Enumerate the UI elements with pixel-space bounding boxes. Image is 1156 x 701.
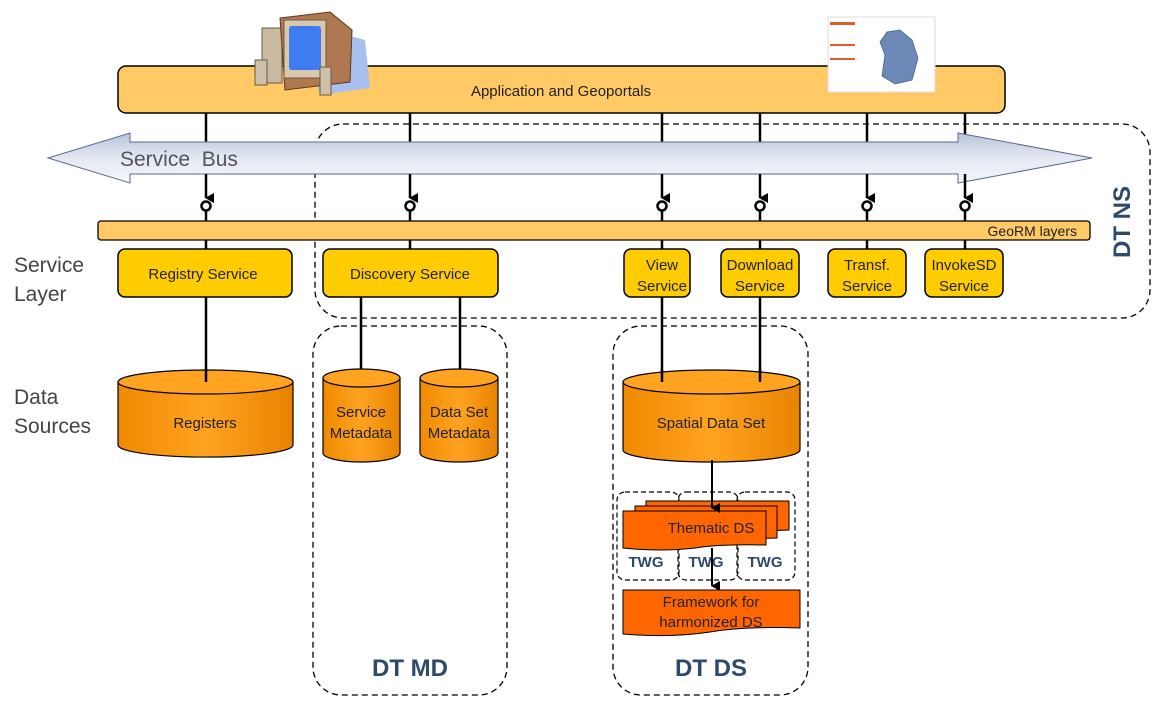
invokesd-service: InvokeSD Service [924, 248, 1004, 298]
application-geoportals-label: Application and Geoportals [471, 83, 651, 100]
georm-service-connectors [204, 240, 967, 249]
bus-connectors [204, 113, 967, 145]
dataset-metadata-store: Data Set Metadata [419, 368, 499, 463]
service-metadata-store: Service Metadata [322, 368, 401, 463]
thematic-ds-label: Thematic DS [668, 520, 755, 537]
svg-text:Spatial Data Set: Spatial Data Set [657, 415, 766, 432]
svg-text:Discovery Service: Discovery Service [350, 266, 470, 283]
service-bus-label: Service Bus [120, 148, 238, 171]
service-interfaces [200, 174, 973, 221]
data-connectors [204, 297, 762, 382]
dt-ns-label: DT NS [1109, 186, 1136, 258]
geoportal-map-screenshot [827, 16, 936, 93]
georm-layers-label: GeoRM layers [988, 223, 1077, 239]
twg-label-3: TWG [748, 554, 783, 571]
thematic-ds-stack: Thematic DS [622, 500, 790, 551]
dt-md-label: DT MD [372, 655, 448, 682]
desktop-computer-icon [254, 11, 370, 96]
transformation-service: Transf. Service [827, 248, 907, 298]
data-sources-label: Data Sources [14, 386, 91, 438]
twg-label-1: TWG [629, 554, 664, 571]
twg-label-2: TWG [689, 554, 724, 571]
registry-service: Registry Service [117, 248, 293, 298]
framework-harmonized-ds: Framework for harmonized DS [622, 589, 801, 637]
discovery-service: Discovery Service [322, 248, 499, 298]
svg-text:Registers: Registers [173, 415, 236, 432]
dt-ds-label: DT DS [675, 655, 747, 682]
download-service: Download Service [720, 248, 800, 298]
georm-layers-bar [97, 220, 1091, 241]
spatial-data-set-store: Spatial Data Set [622, 369, 801, 463]
svg-text:Registry Service: Registry Service [148, 266, 257, 283]
registers-store: Registers [117, 369, 294, 458]
service-layer-label: Service Layer [14, 254, 84, 306]
view-service: View Service [623, 248, 691, 298]
inspire-architecture-diagram: DT NS DT MD DT DS Application and Geopor… [14, 11, 1151, 696]
